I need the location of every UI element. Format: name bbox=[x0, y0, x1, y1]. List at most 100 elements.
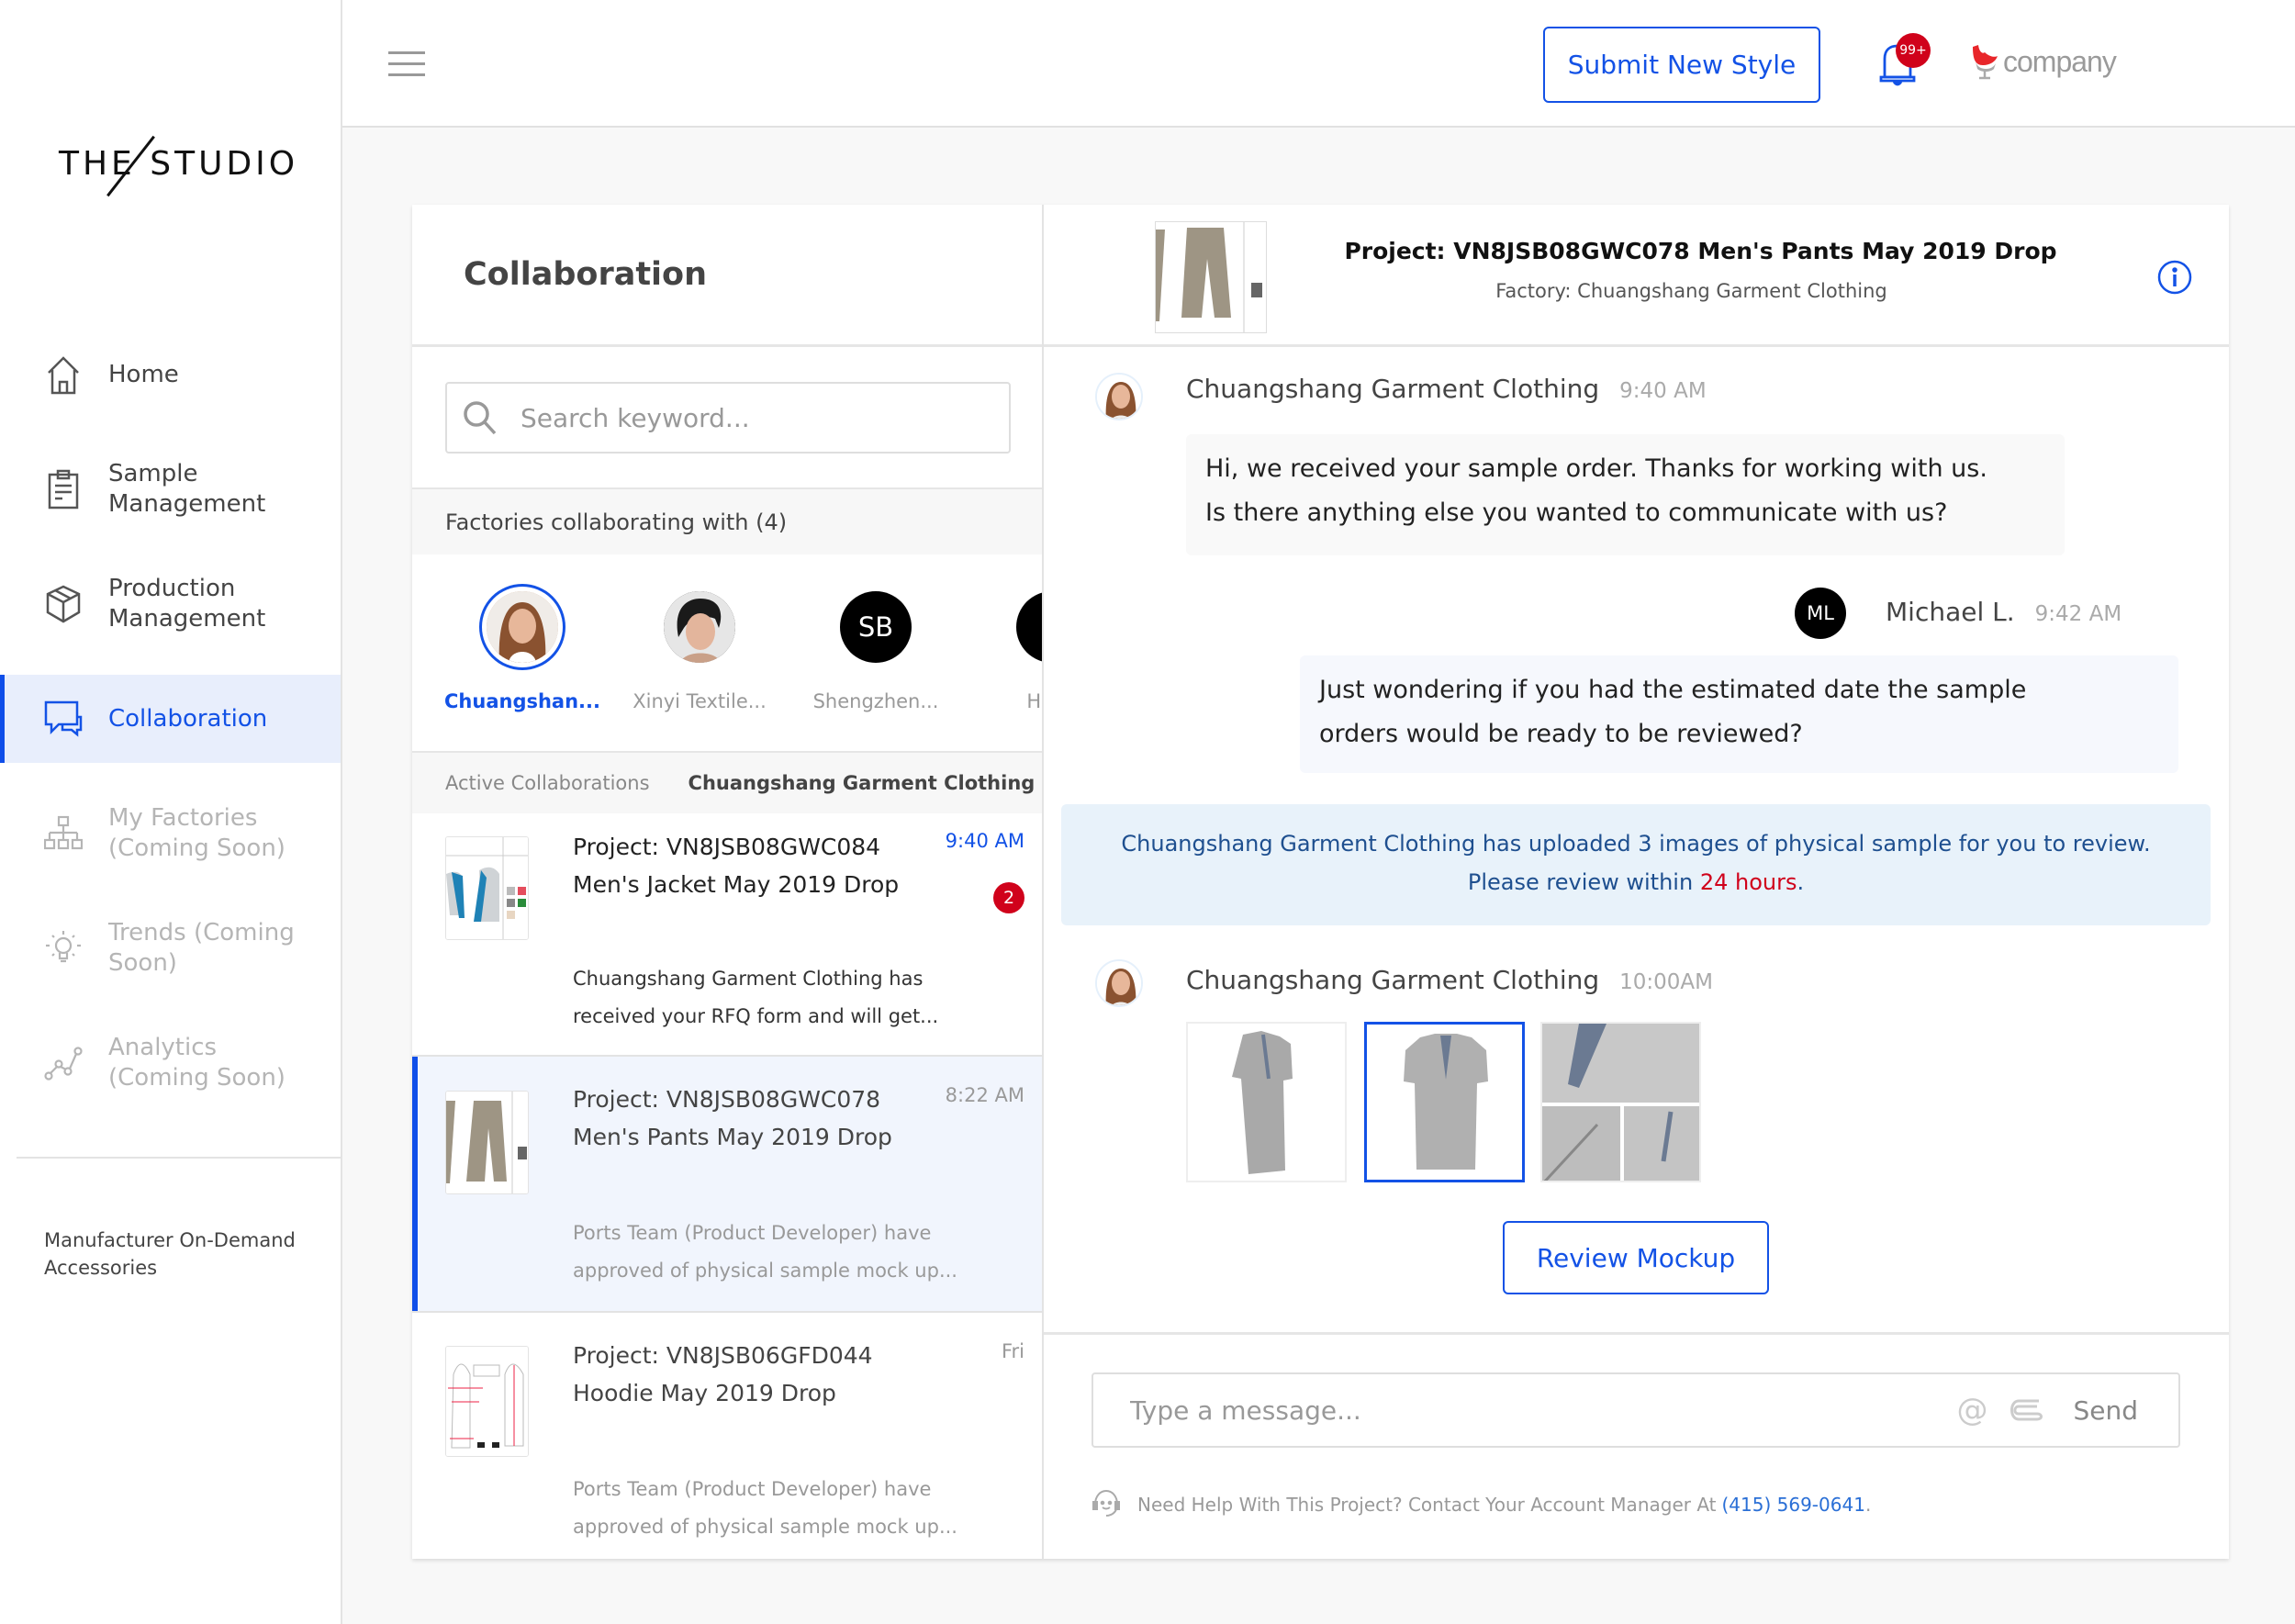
logo-text-right: STUDIO bbox=[150, 145, 299, 183]
notification-badge: 99+ bbox=[1896, 33, 1931, 68]
company-name: company bbox=[2003, 44, 2117, 78]
factory-avatar bbox=[1095, 959, 1143, 1007]
box-icon bbox=[44, 585, 83, 623]
message-line: orders would be ready to be reviewed? bbox=[1319, 720, 1803, 748]
sidebar-item-production-management[interactable]: Production Management bbox=[0, 560, 341, 648]
notice-line: Chuangshang Garment Clothing has uploade… bbox=[1121, 831, 2151, 857]
project-description: Chuangshang Garment Clothing has receive… bbox=[573, 968, 939, 1027]
message-sender: Chuangshang Garment Clothing 10:00AM bbox=[1186, 965, 1713, 995]
home-icon bbox=[44, 355, 83, 395]
project-time: 9:40 AM bbox=[945, 830, 1024, 852]
factory-avatar bbox=[1095, 373, 1143, 420]
system-notice: Chuangshang Garment Clothing has uploade… bbox=[1061, 804, 2211, 925]
sidebar-item-label: Home bbox=[108, 360, 179, 388]
review-mockup-button[interactable]: Review Mockup bbox=[1503, 1221, 1769, 1294]
project-title: Project: VN8JSB08GWC078 Men's Pants May … bbox=[573, 1086, 892, 1150]
sender-name: Chuangshang Garment Clothing bbox=[1186, 374, 1600, 404]
notice-line: Please review within 24 hours. bbox=[1061, 863, 2211, 902]
message-sender: Michael L. 9:42 AM bbox=[1886, 597, 2121, 627]
search-input[interactable] bbox=[521, 402, 980, 433]
send-button[interactable]: Send bbox=[2073, 1395, 2138, 1426]
sidebar: THE STUDIO Home Sample Management Produc… bbox=[0, 0, 342, 1624]
factory-chip[interactable]: X Hong bbox=[974, 554, 1042, 712]
sidebar-nav: Home Sample Management Production Manage… bbox=[0, 330, 341, 1134]
sidebar-item-collaboration[interactable]: Collaboration bbox=[0, 675, 341, 763]
active-collaborations-label: Active Collaborations bbox=[445, 772, 650, 794]
sample-photo[interactable] bbox=[1186, 1022, 1347, 1182]
sidebar-item-label: Sample Management bbox=[108, 460, 266, 518]
page-title: Collaboration bbox=[464, 256, 708, 293]
submit-new-style-button[interactable]: Submit New Style bbox=[1543, 27, 1820, 103]
logo-text-left: THE bbox=[59, 145, 136, 183]
attachment-icon[interactable] bbox=[2009, 1392, 2045, 1428]
help-suffix: . bbox=[1864, 1494, 1872, 1516]
mention-icon[interactable]: @ bbox=[1954, 1392, 1990, 1428]
sender-name: Chuangshang Garment Clothing bbox=[1186, 965, 1600, 995]
factory-label: Xinyi Textile... bbox=[633, 690, 767, 712]
sample-photo[interactable] bbox=[1540, 1022, 1701, 1182]
message-line: Just wondering if you had the estimated … bbox=[1319, 676, 2027, 704]
project-time: Fri bbox=[1001, 1340, 1024, 1362]
factories-header: Factories collaborating with (4) bbox=[412, 487, 1042, 554]
chat-header: Project: VN8JSB08GWC078 Men's Pants May … bbox=[1044, 205, 2229, 347]
project-thumbnail bbox=[445, 1346, 529, 1457]
sidebar-item-trends[interactable]: Trends (Coming Soon) bbox=[0, 904, 341, 992]
project-list-item[interactable]: Project: VN8JSB08GWC078 Men's Pants May … bbox=[412, 1057, 1042, 1313]
project-description: Ports Team (Product Developer) have appr… bbox=[573, 1478, 957, 1538]
sidebar-item-label: Analytics (Coming Soon) bbox=[108, 1034, 285, 1092]
project-thumbnail bbox=[445, 1091, 529, 1194]
message-time: 9:40 AM bbox=[1619, 379, 1707, 403]
project-description: Ports Team (Product Developer) have appr… bbox=[573, 1222, 957, 1282]
factory-avatar bbox=[664, 591, 735, 663]
message-line: Hi, we received your sample order. Thank… bbox=[1205, 454, 1987, 483]
search-icon bbox=[462, 399, 498, 436]
message-composer[interactable]: @ Send bbox=[1092, 1372, 2180, 1448]
top-bar: Submit New Style 99+ company ML bbox=[342, 0, 2295, 128]
factory-chip[interactable]: SB Shengzhen... bbox=[798, 554, 954, 712]
sidebar-item-label: Trends (Coming Soon) bbox=[108, 919, 295, 977]
project-title: Project: VN8JSB06GFD044 Hoodie May 2019 … bbox=[573, 1342, 873, 1406]
hierarchy-icon bbox=[44, 814, 83, 853]
sample-photo[interactable] bbox=[1364, 1022, 1525, 1182]
notice-text: Please review within bbox=[1467, 869, 1700, 895]
project-list-item[interactable]: Project: VN8JSB06GFD044 Hoodie May 2019 … bbox=[412, 1313, 1042, 1559]
collaboration-panel: Collaboration Factories collaborating wi… bbox=[412, 205, 2229, 1559]
factory-avatar: X bbox=[1016, 591, 1042, 663]
help-text: Need Help With This Project? Contact You… bbox=[1137, 1494, 1717, 1516]
search-box[interactable] bbox=[445, 382, 1011, 454]
composer-divider bbox=[1044, 1332, 2229, 1335]
sidebar-item-analytics[interactable]: Analytics (Coming Soon) bbox=[0, 1019, 341, 1107]
sidebar-item-my-factories[interactable]: My Factories (Coming Soon) bbox=[0, 790, 341, 878]
menu-icon[interactable] bbox=[388, 51, 425, 77]
sidebar-item-label: Production Management bbox=[108, 575, 266, 633]
sidebar-footer-text: Manufacturer On-Demand Accessories bbox=[44, 1229, 296, 1279]
active-factory-name: Chuangshang Garment Clothing bbox=[688, 772, 1036, 794]
message-input[interactable] bbox=[1130, 1394, 1954, 1426]
lightbulb-icon bbox=[44, 929, 83, 968]
pane-header: Collaboration bbox=[412, 205, 1042, 347]
factory-label: Chuangshan... bbox=[444, 690, 600, 712]
info-icon[interactable] bbox=[2157, 260, 2192, 295]
factory-avatar-list: Chuangshan... Xinyi Textile... SB Shengz… bbox=[412, 554, 1042, 751]
message-line: Is there anything else you wanted to com… bbox=[1205, 498, 1948, 527]
message-bubble: Hi, we received your sample order. Thank… bbox=[1186, 434, 2065, 555]
clipboard-icon bbox=[44, 469, 83, 510]
message-time: 10:00AM bbox=[1619, 970, 1713, 994]
brand-logo[interactable]: THE STUDIO bbox=[59, 129, 295, 202]
sender-name: Michael L. bbox=[1886, 597, 2015, 627]
factory-chip[interactable]: Xinyi Textile... bbox=[621, 554, 778, 712]
factory-label: Hong bbox=[1026, 690, 1042, 712]
help-line: Need Help With This Project? Contact You… bbox=[1092, 1488, 1871, 1521]
message-sender: Chuangshang Garment Clothing 9:40 AM bbox=[1186, 374, 1707, 404]
account-manager-phone-link[interactable]: (415) 569-0641 bbox=[1722, 1494, 1865, 1516]
support-headset-icon bbox=[1092, 1488, 1121, 1521]
active-collaborations-bar: Active Collaborations Chuangshang Garmen… bbox=[412, 751, 1042, 813]
chat-pane: Project: VN8JSB08GWC078 Men's Pants May … bbox=[1044, 205, 2229, 1559]
sidebar-item-home[interactable]: Home bbox=[0, 330, 341, 419]
chat-project-title: Project: VN8JSB08GWC078 Men's Pants May … bbox=[1344, 238, 2057, 264]
sidebar-divider bbox=[17, 1157, 342, 1159]
sidebar-item-sample-management[interactable]: Sample Management bbox=[0, 445, 341, 533]
message-bubble: Just wondering if you had the estimated … bbox=[1300, 655, 2178, 773]
project-list-item[interactable]: Project: VN8JSB08GWC084 Men's Jacket May… bbox=[412, 813, 1042, 1057]
factory-chip[interactable]: Chuangshan... bbox=[444, 554, 600, 712]
